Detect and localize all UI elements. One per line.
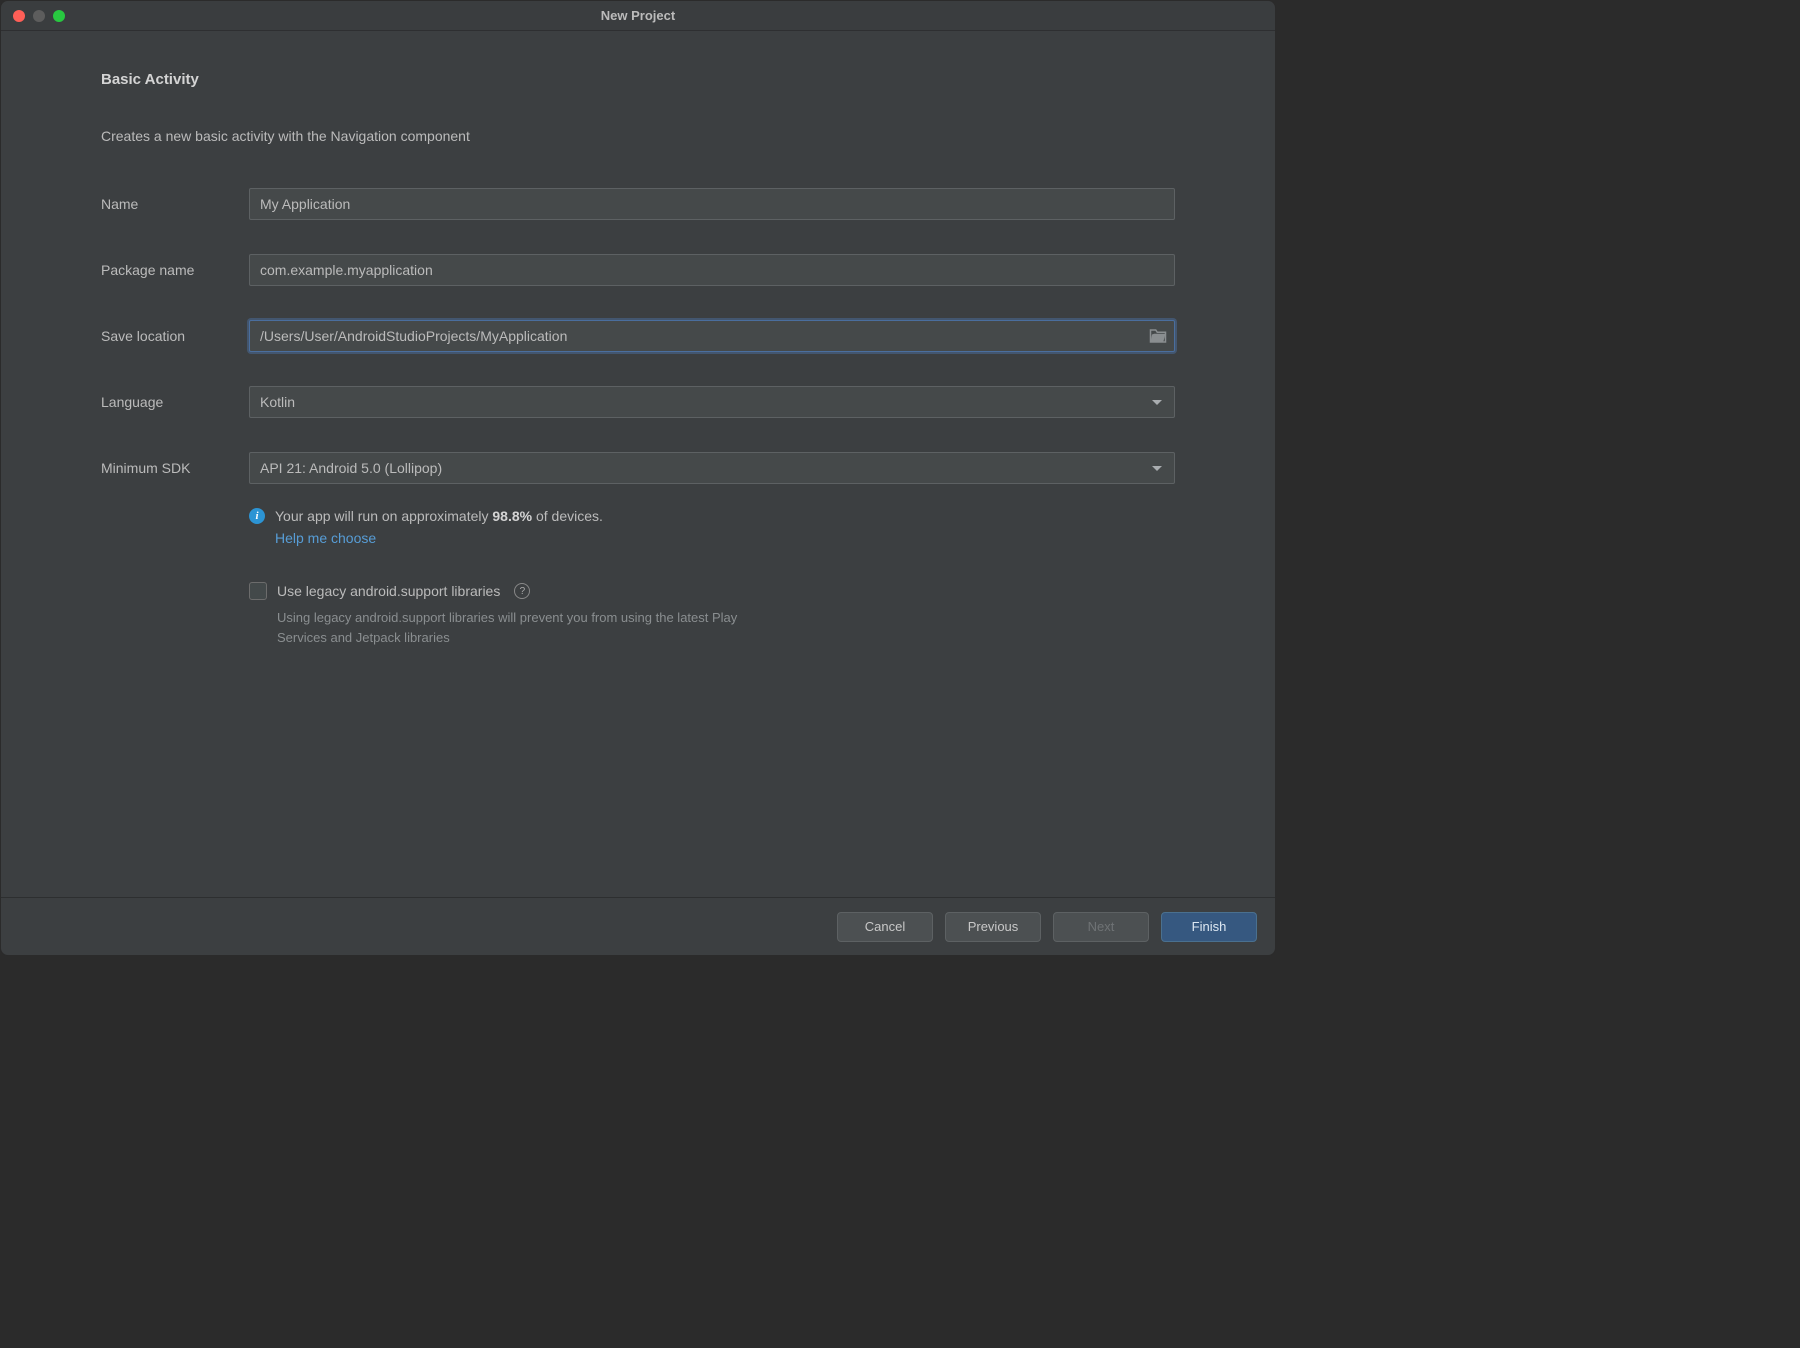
- page-heading: Basic Activity: [101, 71, 1175, 88]
- legacy-support-description: Using legacy android.support libraries w…: [277, 608, 777, 647]
- minimize-window-button[interactable]: [33, 10, 45, 22]
- page-description: Creates a new basic activity with the Na…: [101, 128, 1175, 144]
- legacy-support-label: Use legacy android.support libraries: [277, 583, 500, 599]
- location-label: Save location: [101, 328, 249, 344]
- min-sdk-label: Minimum SDK: [101, 460, 249, 476]
- language-select[interactable]: Kotlin: [249, 386, 1175, 418]
- coverage-text: Your app will run on approximately 98.8%…: [275, 508, 603, 524]
- finish-button[interactable]: Finish: [1161, 912, 1257, 942]
- package-input[interactable]: [249, 254, 1175, 286]
- maximize-window-button[interactable]: [53, 10, 65, 22]
- new-project-dialog: New Project Basic Activity Creates a new…: [0, 0, 1276, 956]
- legacy-support-checkbox[interactable]: [249, 582, 267, 600]
- package-row: Package name: [101, 254, 1175, 286]
- location-row: Save location: [101, 320, 1175, 352]
- dialog-content: Basic Activity Creates a new basic activ…: [1, 31, 1275, 897]
- dialog-footer: Cancel Previous Next Finish: [1, 897, 1275, 955]
- language-label: Language: [101, 394, 249, 410]
- window-controls: [13, 10, 65, 22]
- cancel-button[interactable]: Cancel: [837, 912, 933, 942]
- location-input[interactable]: [249, 320, 1175, 352]
- titlebar: New Project: [1, 1, 1275, 31]
- language-row: Language Kotlin: [101, 386, 1175, 418]
- legacy-support-block: Use legacy android.support libraries ? U…: [249, 582, 1175, 647]
- min-sdk-select[interactable]: API 21: Android 5.0 (Lollipop): [249, 452, 1175, 484]
- browse-folder-icon[interactable]: [1149, 329, 1167, 344]
- min-sdk-value: API 21: Android 5.0 (Lollipop): [260, 460, 442, 476]
- window-title: New Project: [601, 8, 675, 23]
- chevron-down-icon: [1152, 466, 1162, 471]
- language-value: Kotlin: [260, 394, 295, 410]
- help-me-choose-link[interactable]: Help me choose: [275, 530, 1175, 546]
- name-input[interactable]: [249, 188, 1175, 220]
- package-label: Package name: [101, 262, 249, 278]
- chevron-down-icon: [1152, 400, 1162, 405]
- device-coverage-info: i Your app will run on approximately 98.…: [249, 508, 1175, 546]
- next-button: Next: [1053, 912, 1149, 942]
- previous-button[interactable]: Previous: [945, 912, 1041, 942]
- name-label: Name: [101, 196, 249, 212]
- help-icon[interactable]: ?: [514, 583, 530, 599]
- info-icon: i: [249, 508, 265, 524]
- close-window-button[interactable]: [13, 10, 25, 22]
- min-sdk-row: Minimum SDK API 21: Android 5.0 (Lollipo…: [101, 452, 1175, 484]
- name-row: Name: [101, 188, 1175, 220]
